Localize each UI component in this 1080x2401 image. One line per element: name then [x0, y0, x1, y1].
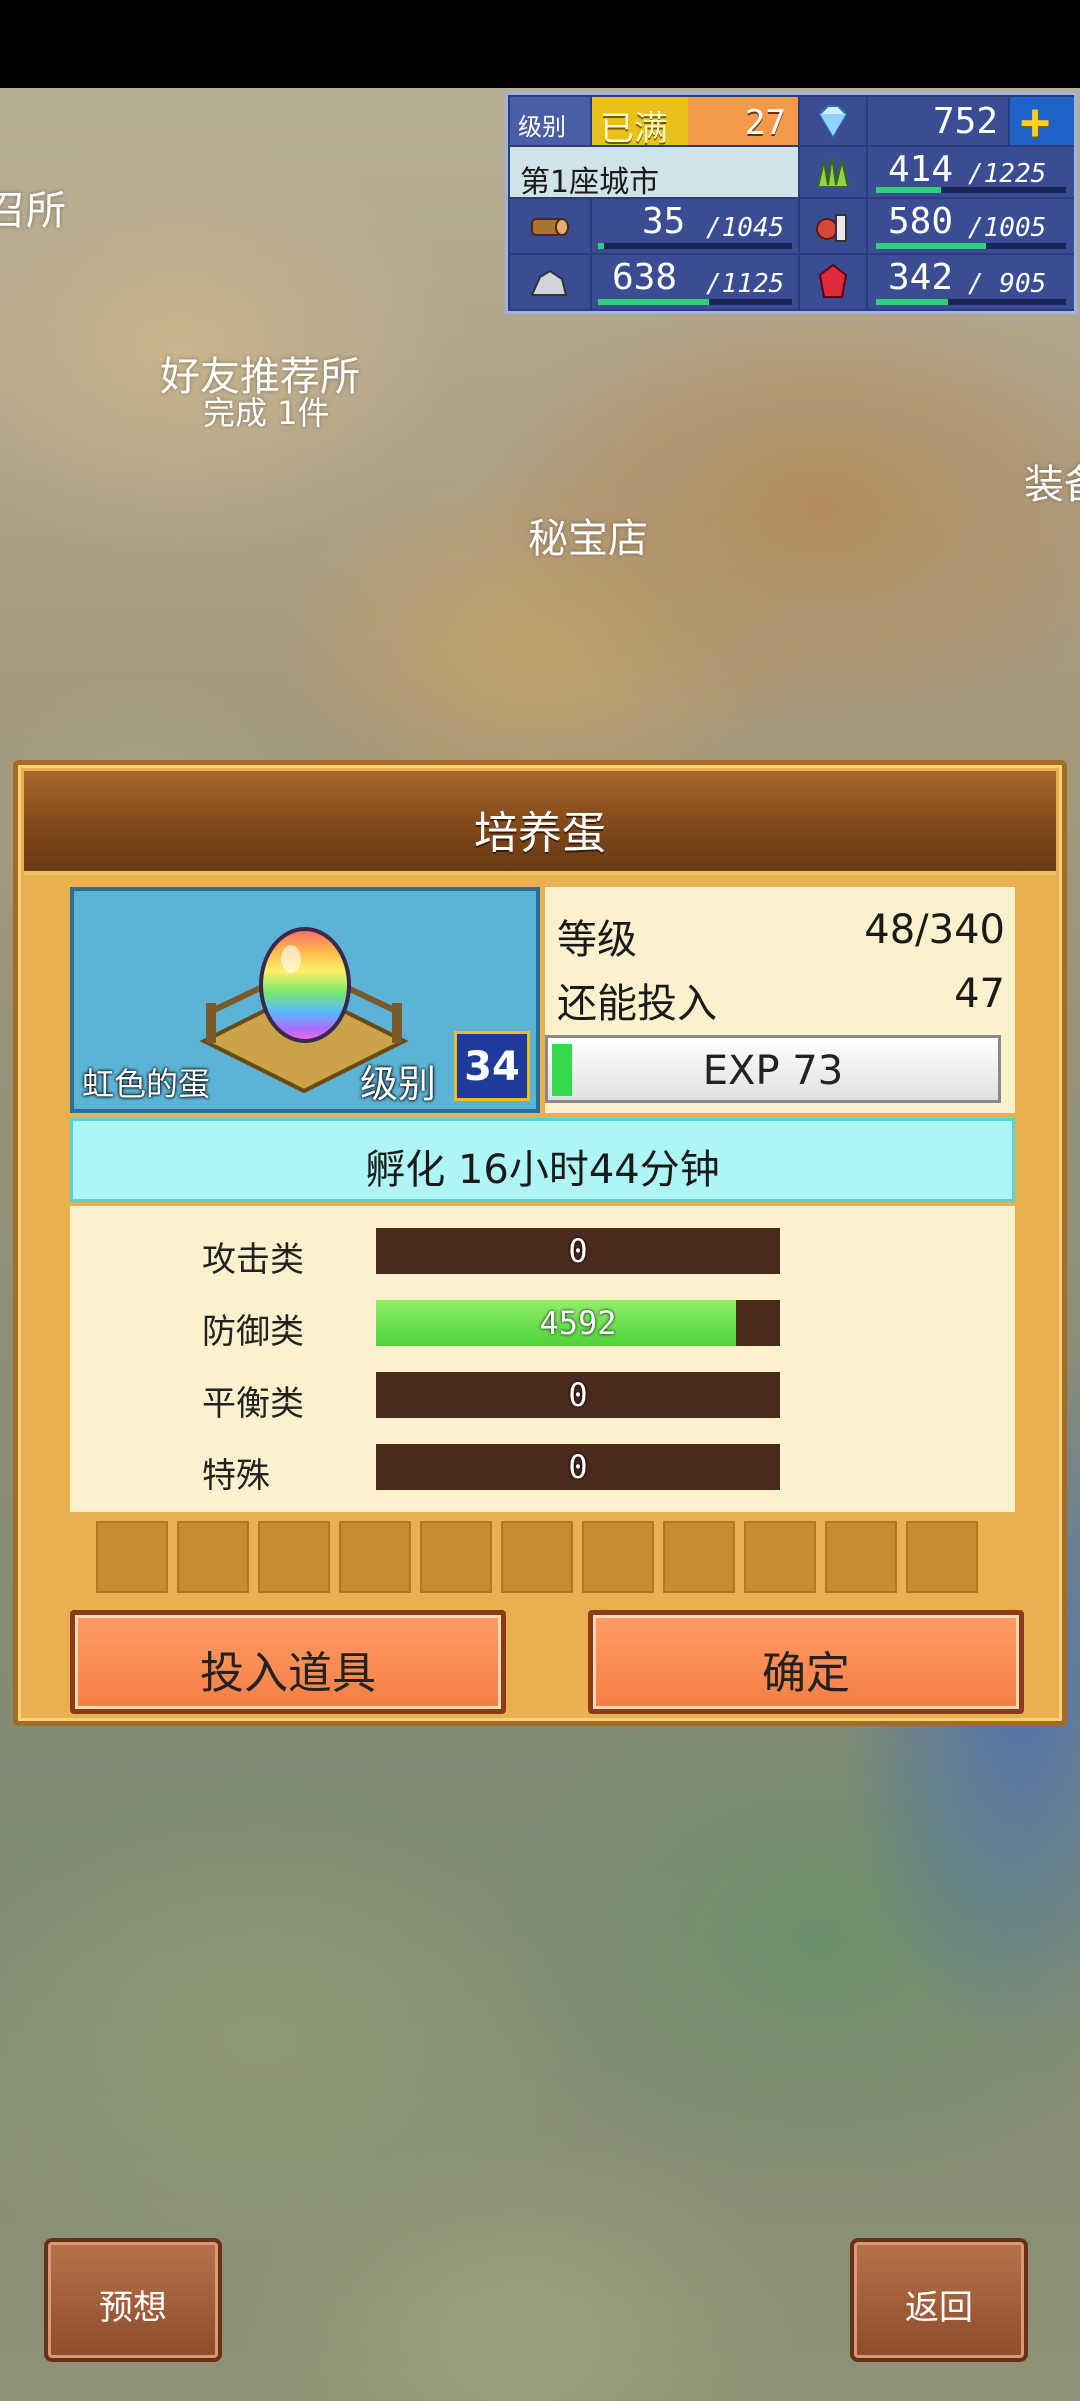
ruby-level-bar: [876, 299, 949, 305]
dialog-title: 培养蛋: [474, 808, 606, 859]
attr-bar-balance: 0: [376, 1372, 780, 1418]
ruby-resource: 342 / 905: [868, 255, 1074, 309]
wood-log-icon: [531, 218, 569, 236]
item-slot[interactable]: [177, 1521, 249, 1593]
invest-items-button[interactable]: 投入道具: [70, 1610, 506, 1714]
map-label-complete: 完成 1件: [203, 394, 330, 432]
ore-resource: 638 /1125: [592, 255, 798, 309]
add-gems-button[interactable]: +: [1010, 93, 1074, 151]
attr-value-defense: 4592: [539, 1304, 617, 1342]
wood-icon-cell: [510, 199, 590, 253]
attr-label-defense: 防御类: [202, 1312, 304, 1352]
map-label-partial-left[interactable]: 召所: [0, 178, 66, 236]
attr-bar-defense: 4592: [376, 1300, 780, 1346]
item-slot[interactable]: [339, 1521, 411, 1593]
preview-button[interactable]: 预想: [44, 2238, 222, 2362]
map-label-partial-right[interactable]: 装备: [1024, 452, 1080, 510]
egg-portrait: 虹色的蛋 级别 34: [70, 887, 540, 1113]
status-bar: [0, 0, 1080, 88]
diamond-icon: [818, 105, 848, 138]
attr-label-attack: 攻击类: [202, 1240, 304, 1280]
plus-icon[interactable]: +: [1020, 93, 1050, 151]
attr-value-balance: 0: [568, 1376, 588, 1414]
hatch-text: 孵化 16小时44分钟: [365, 1147, 720, 1193]
exp-label: EXP 73: [702, 1048, 844, 1094]
wood-resource: 35 /1045: [592, 199, 798, 253]
level-value: 48/340: [864, 907, 1005, 953]
item-slot[interactable]: [96, 1521, 168, 1593]
city-name-cell: 第1座城市: [510, 147, 798, 200]
wood-level-bar: [598, 243, 604, 249]
attr-value-attack: 0: [568, 1232, 588, 1270]
food-level-bar: [876, 243, 987, 249]
city-name: 第1座城市: [520, 165, 660, 200]
attr-bar-attack: 0: [376, 1228, 780, 1274]
gem-count-cell: 752: [868, 97, 1008, 145]
rank-label: 级别: [518, 113, 566, 141]
gem-count: 752: [932, 101, 998, 142]
item-slot[interactable]: [825, 1521, 897, 1593]
rank-value: 27: [745, 103, 786, 143]
food-icon: [816, 214, 847, 242]
attr-label-balance: 平衡类: [202, 1384, 304, 1424]
egg-rank-label: 级别: [360, 1062, 437, 1106]
map-label-treasure-shop[interactable]: 秘宝店: [528, 506, 648, 564]
attr-bar-special: 0: [376, 1444, 780, 1490]
resource-panel: 级别 已满 27 752 + 第1座城市 414 /1225 35 /1045 …: [505, 92, 1077, 314]
ore-icon: [530, 269, 568, 296]
rank-value-cell: 27: [688, 97, 798, 145]
item-slot[interactable]: [744, 1521, 816, 1593]
food-icon-cell: [800, 199, 866, 253]
invest-label: 还能投入: [557, 981, 717, 1027]
item-slot[interactable]: [582, 1521, 654, 1593]
attr-label-special: 特殊: [202, 1456, 270, 1496]
item-slot[interactable]: [906, 1521, 978, 1593]
back-button[interactable]: 返回: [850, 2238, 1028, 2362]
grass-resource: 414 /1225: [868, 147, 1074, 197]
ruby-icon-cell: [800, 255, 866, 309]
confirm-button[interactable]: 确定: [588, 1610, 1024, 1714]
attr-value-special: 0: [568, 1448, 588, 1486]
attribute-panel: 攻击类 0 防御类 4592 平衡类 0 特殊 0: [70, 1206, 1015, 1512]
gem-icon-cell: [800, 97, 866, 145]
grass-level-bar: [876, 187, 941, 193]
egg-info-panel: 等级 48/340 还能投入 47 EXP 73: [545, 887, 1015, 1113]
exp-bar: EXP 73: [545, 1035, 1001, 1103]
egg-rank-badge: 34: [454, 1031, 530, 1101]
item-slot[interactable]: [420, 1521, 492, 1593]
ore-icon-cell: [510, 255, 590, 309]
item-slot[interactable]: [663, 1521, 735, 1593]
invest-value: 47: [954, 971, 1005, 1017]
hatch-timer: 孵化 16小时44分钟: [70, 1118, 1015, 1202]
rainbow-egg-icon: [259, 927, 351, 1043]
grass-icon-cell: [800, 147, 866, 197]
grass-icon: [816, 156, 850, 188]
item-slot[interactable]: [501, 1521, 573, 1593]
ruby-icon: [818, 263, 848, 298]
egg-name: 虹色的蛋: [82, 1065, 211, 1103]
rank-label-cell: 级别: [510, 97, 590, 145]
level-label: 等级: [557, 917, 637, 963]
dialog-header: 培养蛋: [24, 771, 1056, 875]
ore-level-bar: [598, 299, 709, 305]
raise-egg-dialog: 培养蛋 虹色的蛋 级别 34 等级 48/340 还能投入 47 EXP 73 …: [13, 760, 1067, 1726]
rank-max-badge: 已满: [592, 97, 688, 149]
food-resource: 580 /1005: [868, 199, 1074, 253]
item-slot[interactable]: [258, 1521, 330, 1593]
